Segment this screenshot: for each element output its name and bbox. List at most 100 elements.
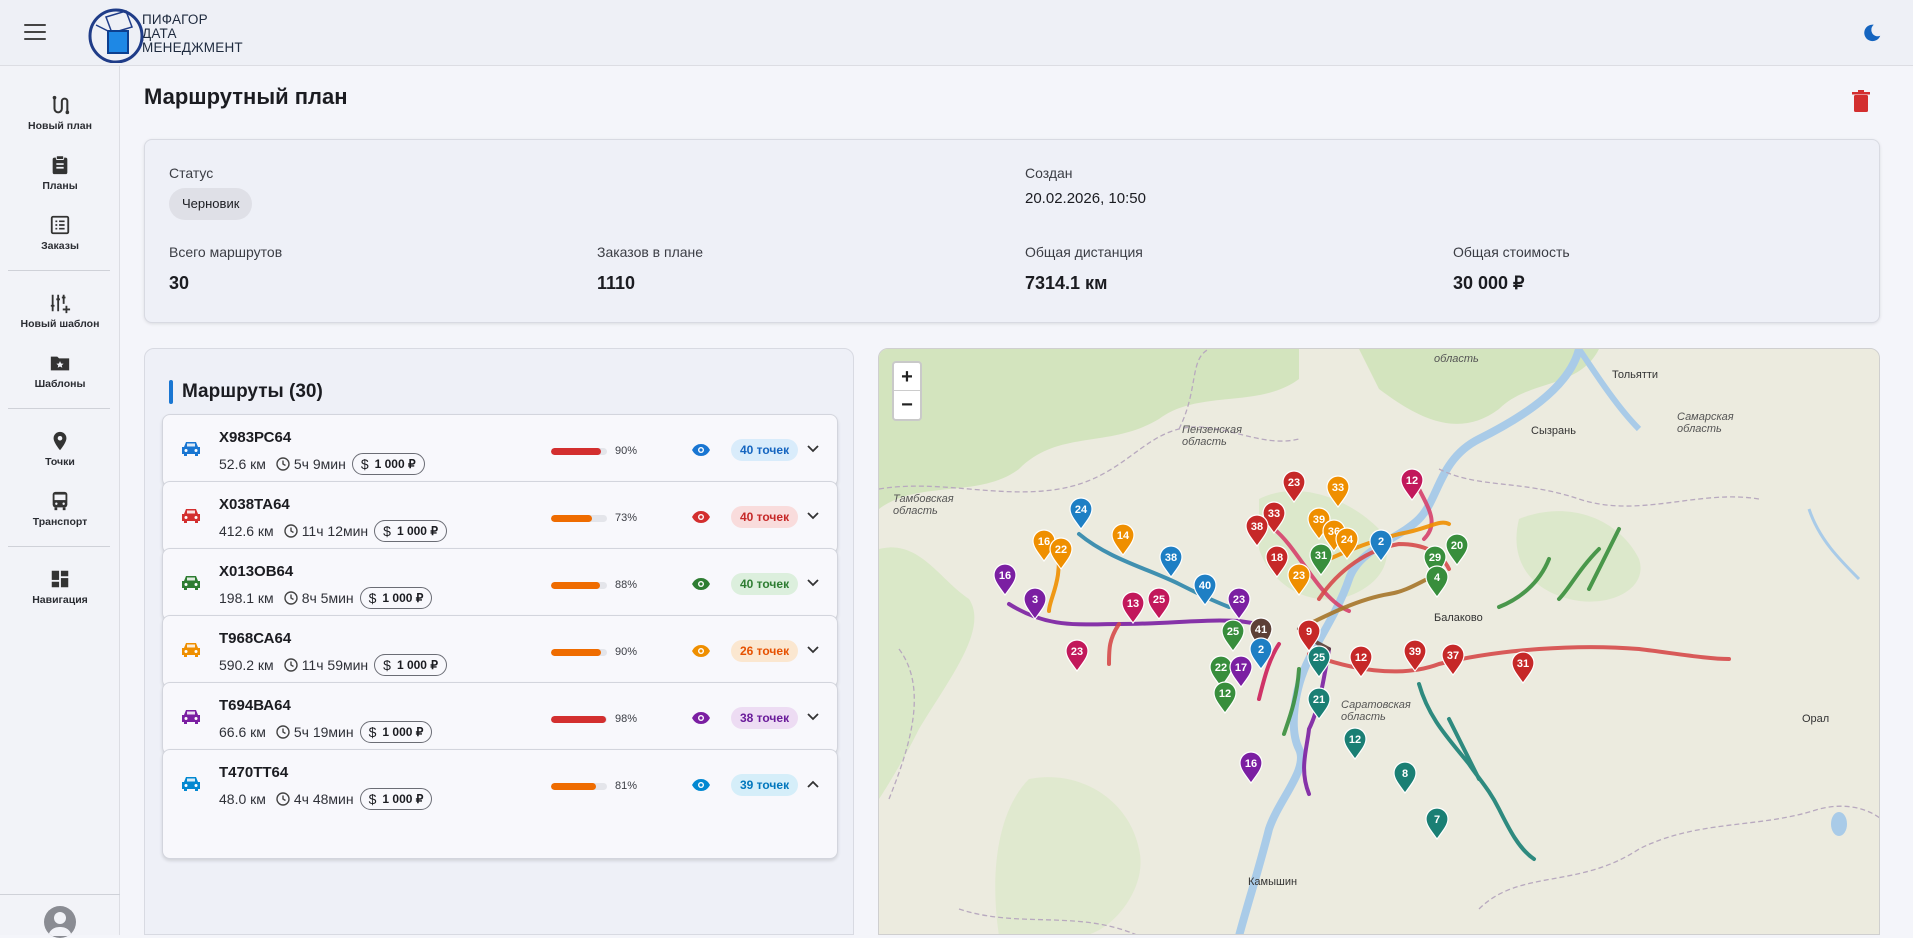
sidebar-item-navigation[interactable]: Навигация bbox=[0, 568, 120, 606]
sidebar-item-orders[interactable]: Заказы bbox=[0, 214, 120, 252]
top-app-bar: ПИФАГОР ДАТА МЕНЕДЖМЕНТ bbox=[0, 0, 1913, 66]
marker-label: 31 bbox=[1517, 658, 1529, 670]
zoom-in-button[interactable]: + bbox=[894, 363, 920, 391]
chevron-down-icon[interactable] bbox=[807, 512, 819, 520]
folder-star-icon bbox=[50, 356, 70, 371]
route-cost: 1 000 ₽ bbox=[374, 457, 416, 471]
load-progress-fill bbox=[551, 783, 597, 790]
marker-label: 21 bbox=[1313, 694, 1325, 706]
page-title: Маршрутный план bbox=[144, 84, 348, 109]
eye-icon[interactable] bbox=[691, 711, 711, 725]
sidebar-item-label: Транспорт bbox=[32, 516, 88, 528]
points-count-chip: 39 точек bbox=[731, 774, 799, 796]
total-routes-label: Всего маршрутов bbox=[169, 244, 283, 260]
chevron-down-icon[interactable] bbox=[807, 445, 819, 453]
marker-label: 24 bbox=[1341, 534, 1354, 546]
logo-icon bbox=[88, 8, 144, 63]
zoom-out-button[interactable]: − bbox=[894, 391, 920, 419]
marker-label: 4 bbox=[1434, 572, 1441, 584]
load-progress-fill bbox=[551, 515, 592, 522]
lake bbox=[1831, 812, 1847, 836]
route-card[interactable]: Х013ОВ64 198.1 км 8ч 5мин $1 000 ₽ 88% 4… bbox=[162, 548, 838, 621]
map-label-syzran: Сызрань bbox=[1531, 425, 1576, 437]
route-cost: 1 000 ₽ bbox=[382, 591, 424, 605]
route-cost: 1 000 ₽ bbox=[382, 792, 424, 806]
sidebar-item-templates[interactable]: Шаблоны bbox=[0, 352, 120, 390]
eye-icon[interactable] bbox=[691, 778, 711, 792]
sidebar-item-label: Навигация bbox=[32, 594, 88, 606]
marker-label: 17 bbox=[1235, 662, 1247, 674]
route-meta: 66.6 км 5ч 19мин $1 000 ₽ bbox=[219, 721, 433, 743]
load-progress-fill bbox=[551, 716, 606, 723]
delete-trash-icon[interactable] bbox=[1852, 90, 1870, 112]
points-count-chip: 38 точек bbox=[731, 707, 799, 729]
eye-icon[interactable] bbox=[691, 510, 711, 524]
dollar-icon: $ bbox=[383, 657, 391, 673]
eye-icon[interactable] bbox=[691, 644, 711, 658]
route-plate: Т968СА64 bbox=[219, 630, 292, 647]
sidebar: Новый план Планы Заказы Новый шаблон Шаб… bbox=[0, 66, 120, 938]
route-meta: 590.2 км 11ч 59мин $1 000 ₽ bbox=[219, 654, 447, 676]
logo[interactable]: ПИФАГОР ДАТА МЕНЕДЖМЕНТ bbox=[86, 4, 243, 64]
chevron-up-icon[interactable] bbox=[807, 780, 819, 788]
heading-accent-bar bbox=[169, 380, 173, 404]
plan-summary-card: Статус Черновик Создан 20.02.2026, 10:50… bbox=[144, 139, 1880, 323]
marker-label: 39 bbox=[1313, 514, 1325, 526]
sidebar-item-label: Заказы bbox=[41, 240, 79, 252]
distance-label: Общая дистанция bbox=[1025, 244, 1143, 260]
route-plate: Т470ТТ64 bbox=[219, 764, 289, 781]
marker-label: 24 bbox=[1075, 504, 1088, 516]
route-cost: 1 000 ₽ bbox=[382, 725, 424, 739]
route-cost-chip: $1 000 ₽ bbox=[374, 654, 447, 676]
chevron-down-icon[interactable] bbox=[807, 646, 819, 654]
route-duration: 5ч 19мин bbox=[293, 724, 354, 740]
dollar-icon: $ bbox=[383, 523, 391, 539]
sidebar-item-transport[interactable]: Транспорт bbox=[0, 490, 120, 528]
cost-value: 30 000 ₽ bbox=[1453, 273, 1525, 293]
map-label-oblast: область bbox=[1434, 353, 1479, 365]
route-card[interactable]: Х983РС64 52.6 км 5ч 9мин $1 000 ₽ 90% 40… bbox=[162, 414, 838, 487]
sidebar-divider bbox=[8, 546, 110, 547]
route-card[interactable]: Т470ТТ64 48.0 км 4ч 48мин $1 000 ₽ 81% 3… bbox=[162, 749, 838, 859]
route-map[interactable]: 24 16 22 14 38 16 3 13 25 23 23 33 38 18 12 23 33 39 36 24 2… bbox=[878, 348, 1880, 935]
routes-title: Маршруты (30) bbox=[182, 381, 323, 402]
route-card[interactable]: Т694ВА64 66.6 км 5ч 19мин $1 000 ₽ 98% 3… bbox=[162, 682, 838, 755]
sidebar-item-new-template[interactable]: Новый шаблон bbox=[0, 292, 120, 330]
dark-mode-moon-icon[interactable] bbox=[1861, 22, 1883, 44]
sidebar-divider bbox=[8, 408, 110, 409]
route-cost-chip: $1 000 ₽ bbox=[359, 788, 433, 810]
pin-icon bbox=[53, 431, 67, 451]
bus-icon bbox=[52, 491, 68, 511]
route-card[interactable]: Х038ТА64 412.6 км 11ч 12мин $1 000 ₽ 73%… bbox=[162, 481, 838, 554]
sidebar-item-points[interactable]: Точки bbox=[0, 430, 120, 468]
user-avatar[interactable] bbox=[44, 906, 76, 938]
marker-label: 2 bbox=[1258, 644, 1264, 656]
map-label-penza: Пензенская область bbox=[1182, 424, 1242, 448]
marker-label: 33 bbox=[1332, 482, 1344, 494]
sidebar-item-new-plan[interactable]: Новый план bbox=[0, 94, 120, 132]
map-label-saratov: Саратовская область bbox=[1341, 699, 1411, 723]
eye-icon[interactable] bbox=[691, 443, 711, 457]
marker-label: 20 bbox=[1451, 540, 1463, 552]
clock-icon bbox=[276, 457, 290, 471]
routes-panel: Маршруты (30) Х983РС64 52.6 км 5ч 9мин $… bbox=[144, 348, 854, 935]
created-value: 20.02.2026, 10:50 bbox=[1025, 190, 1146, 207]
load-progress-bar bbox=[551, 783, 607, 790]
route-duration: 11ч 59мин bbox=[301, 657, 369, 673]
status-label: Статус bbox=[169, 165, 214, 181]
car-icon bbox=[182, 509, 200, 523]
map-label-samara: Самарская область bbox=[1677, 411, 1734, 435]
chevron-down-icon[interactable] bbox=[807, 579, 819, 587]
distance-value: 7314.1 км bbox=[1025, 273, 1108, 293]
status-badge: Черновик bbox=[169, 188, 253, 220]
sidebar-item-label: Новый план bbox=[28, 120, 92, 132]
sidebar-item-plans[interactable]: Планы bbox=[0, 154, 120, 192]
eye-icon[interactable] bbox=[691, 577, 711, 591]
user-avatar-icon bbox=[48, 912, 72, 936]
menu-icon[interactable] bbox=[24, 24, 46, 42]
sidebar-item-label: Новый шаблон bbox=[20, 318, 100, 330]
chevron-down-icon[interactable] bbox=[807, 713, 819, 721]
marker-label: 8 bbox=[1402, 768, 1408, 780]
route-distance: 66.6 км bbox=[219, 724, 266, 740]
route-card[interactable]: Т968СА64 590.2 км 11ч 59мин $1 000 ₽ 90%… bbox=[162, 615, 838, 688]
